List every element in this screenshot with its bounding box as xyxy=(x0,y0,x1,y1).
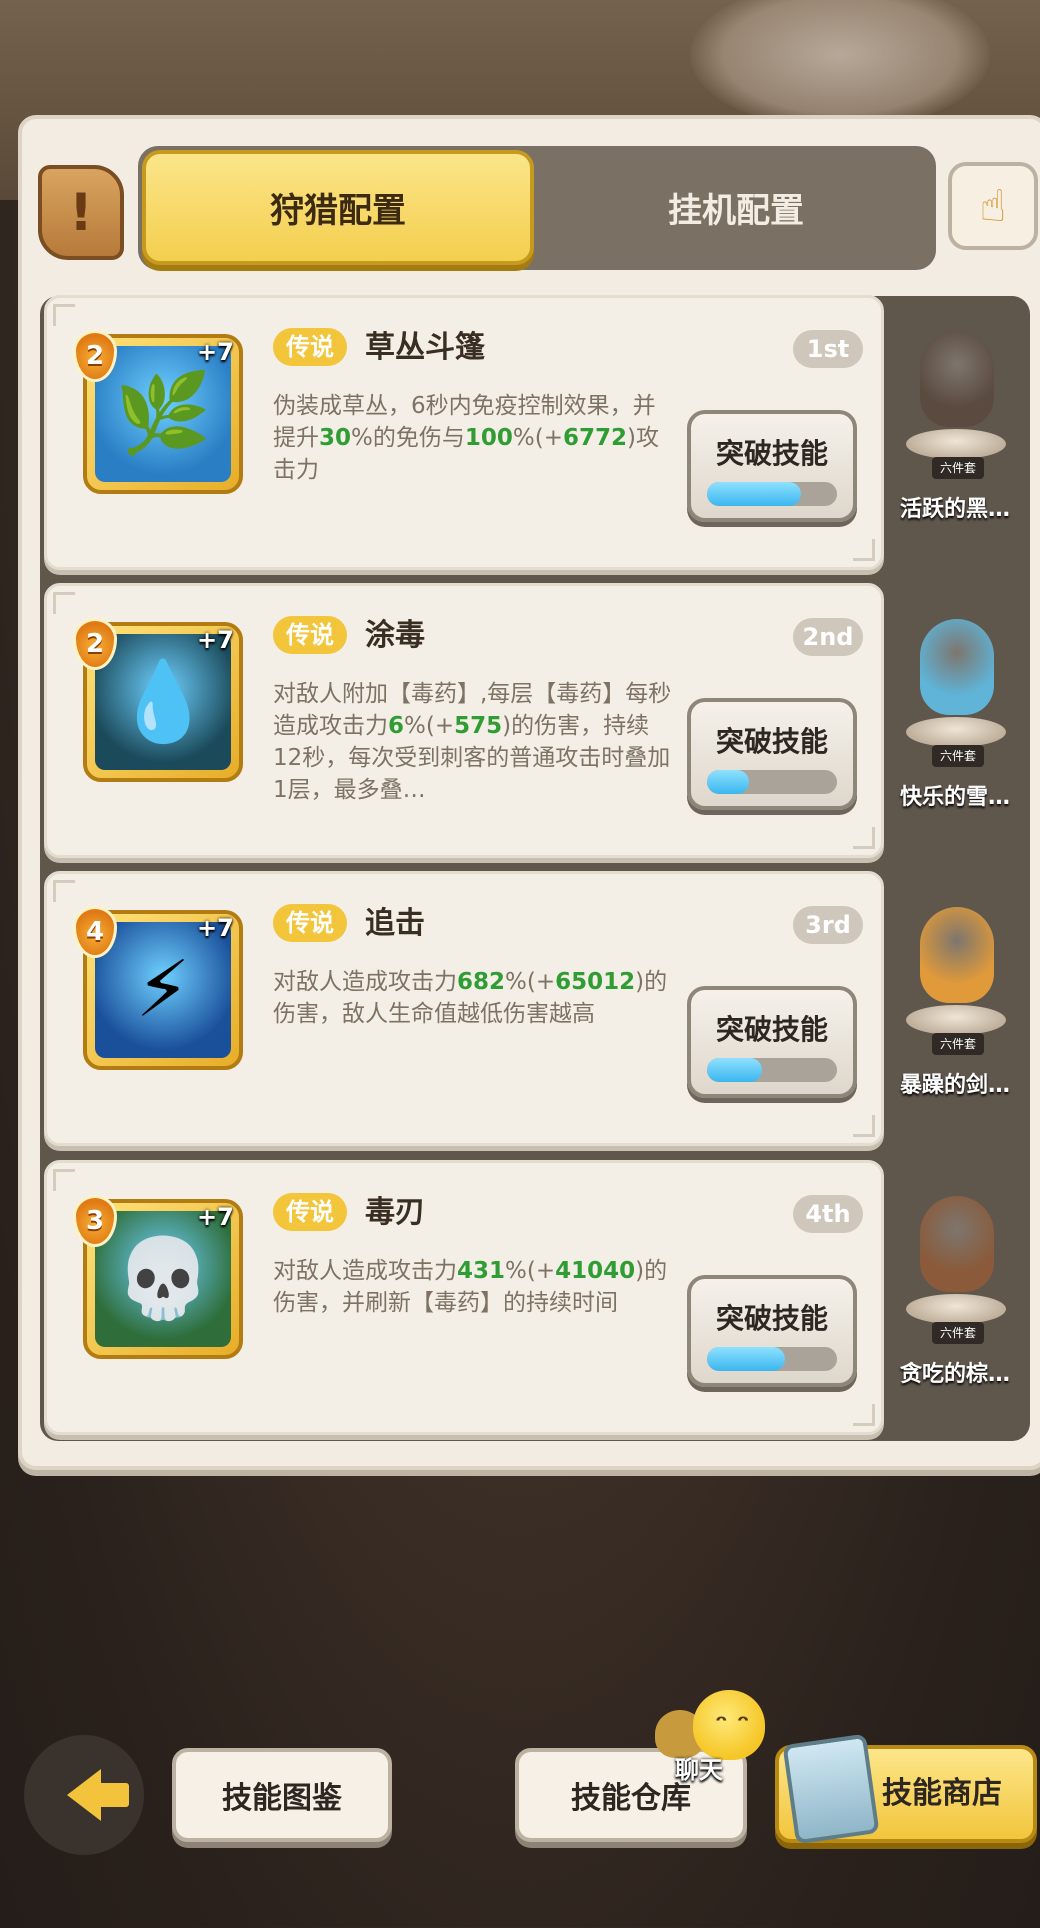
skill-description: 对敌人造成攻击力682%(+65012)的伤害，敌人生命值越低伤害越高 xyxy=(273,969,668,1027)
skill-description: 对敌人造成攻击力431%(+41040)的伤害，并刷新【毒药】的持续时间 xyxy=(273,1258,668,1316)
poison-skull-icon: 💀 xyxy=(95,1211,231,1347)
skill-book-icon xyxy=(782,1733,880,1845)
companion-slot[interactable]: 六件套 贪吃的棕… xyxy=(884,1160,1026,1435)
figure-pedestal xyxy=(906,1005,1006,1035)
poison-drop-icon: 💧 xyxy=(95,634,231,770)
skill-slot-rank: 3rd xyxy=(793,906,863,944)
set-tag: 六件套 xyxy=(932,745,984,767)
skill-slot-rank: 4th xyxy=(793,1195,863,1233)
back-arrow-icon xyxy=(67,1769,129,1821)
skill-upgrade-count: +7 xyxy=(197,338,234,366)
tab-idle-config[interactable]: 挂机配置 xyxy=(540,150,932,265)
breakthrough-skill-button[interactable]: 突破技能 xyxy=(687,410,857,522)
skill-codex-button[interactable]: 技能图鉴 xyxy=(172,1748,392,1842)
figure-pedestal xyxy=(906,1294,1006,1324)
skill-description: 对敌人附加【毒药】,每层【毒药】每秒造成攻击力6%(+575)的伤害，持续12秒… xyxy=(273,681,672,803)
breakthrough-progress-bar xyxy=(707,1058,837,1082)
companion-name: 贪吃的棕… xyxy=(899,1362,1010,1387)
rarity-badge: 传说 xyxy=(273,616,347,654)
companion-name: 活跃的黑… xyxy=(899,497,1010,522)
tab-hunting-config[interactable]: 狩猎配置 xyxy=(142,150,534,265)
companion-avatar xyxy=(920,331,994,427)
skill-description: 伪装成草丛，6秒内免疫控制效果，并提升30%的免伤与100%(+6772)攻击力 xyxy=(273,393,659,483)
skill-slot-rank: 1st xyxy=(793,330,863,368)
companion-slot[interactable]: 六件套 快乐的雪… xyxy=(884,583,1026,858)
companion-figure: 六件套 xyxy=(906,605,1006,767)
companion-avatar xyxy=(920,907,994,1003)
skill-shop-label: 技能商店 xyxy=(882,1776,1002,1811)
breakthrough-progress-bar xyxy=(707,1347,837,1371)
breakthrough-progress-bar xyxy=(707,770,837,794)
skill-upgrade-count: +7 xyxy=(197,914,234,942)
companion-avatar xyxy=(920,619,994,715)
skill-name: 追击 xyxy=(365,906,425,941)
pursuit-icon: ⚡ xyxy=(95,922,231,1058)
companion-slot[interactable]: 六件套 活跃的黑… xyxy=(884,295,1026,570)
skill-card[interactable]: 💧 2 +7 传说 涂毒 2nd 对敌人附加【毒药】,每层【毒药】每秒造成攻击力… xyxy=(44,583,884,858)
skill-name: 涂毒 xyxy=(365,618,425,653)
skill-upgrade-count: +7 xyxy=(197,626,234,654)
rarity-badge: 传说 xyxy=(273,904,347,942)
skill-slot-rank: 2nd xyxy=(793,618,863,656)
breakthrough-label: 突破技能 xyxy=(715,725,828,758)
figure-pedestal xyxy=(906,429,1006,459)
skill-shop-button[interactable]: 技能商店 xyxy=(775,1733,1037,1845)
companion-figure: 六件套 xyxy=(906,1182,1006,1344)
skill-card[interactable]: ⚡ 4 +7 传说 追击 3rd 对敌人造成攻击力682%(+65012)的伤害… xyxy=(44,871,884,1146)
breakthrough-label: 突破技能 xyxy=(715,437,828,470)
rarity-badge: 传说 xyxy=(273,1193,347,1231)
companion-name: 快乐的雪… xyxy=(899,785,1010,810)
figure-pedestal xyxy=(906,717,1006,747)
companion-figure: 六件套 xyxy=(906,893,1006,1055)
breakthrough-skill-button[interactable]: 突破技能 xyxy=(687,698,857,810)
breakthrough-progress-bar xyxy=(707,482,837,506)
skill-name: 草丛斗篷 xyxy=(365,330,485,365)
skill-name: 毒刃 xyxy=(365,1195,425,1230)
set-tag: 六件套 xyxy=(932,457,984,479)
breakthrough-skill-button[interactable]: 突破技能 xyxy=(687,986,857,1098)
companion-avatar xyxy=(920,1196,994,1292)
chat-button[interactable]: ᵔ ᵔ 聊天 xyxy=(655,1690,775,1784)
set-tag: 六件套 xyxy=(932,1322,984,1344)
hand-tap-icon[interactable]: ☝ xyxy=(948,162,1038,250)
breakthrough-skill-button[interactable]: 突破技能 xyxy=(687,1275,857,1387)
set-tag: 六件套 xyxy=(932,1033,984,1055)
skill-card[interactable]: 🌿 2 +7 传说 草丛斗篷 1st 伪装成草丛，6秒内免疫控制效果，并提升30… xyxy=(44,295,884,570)
skill-upgrade-count: +7 xyxy=(197,1203,234,1231)
companion-figure: 六件套 xyxy=(906,317,1006,479)
rarity-badge: 传说 xyxy=(273,328,347,366)
grass-cloak-icon: 🌿 xyxy=(95,346,231,482)
back-button[interactable] xyxy=(24,1735,144,1855)
chat-label: 聊天 xyxy=(675,1756,723,1784)
companion-slot[interactable]: 六件套 暴躁的剑… xyxy=(884,871,1026,1146)
scroll-icon[interactable]: ! xyxy=(38,165,124,260)
breakthrough-label: 突破技能 xyxy=(715,1013,828,1046)
skill-card[interactable]: 💀 3 +7 传说 毒刃 4th 对敌人造成攻击力431%(+41040)的伤害… xyxy=(44,1160,884,1435)
companion-name: 暴躁的剑… xyxy=(899,1073,1010,1098)
breakthrough-label: 突破技能 xyxy=(715,1302,828,1335)
